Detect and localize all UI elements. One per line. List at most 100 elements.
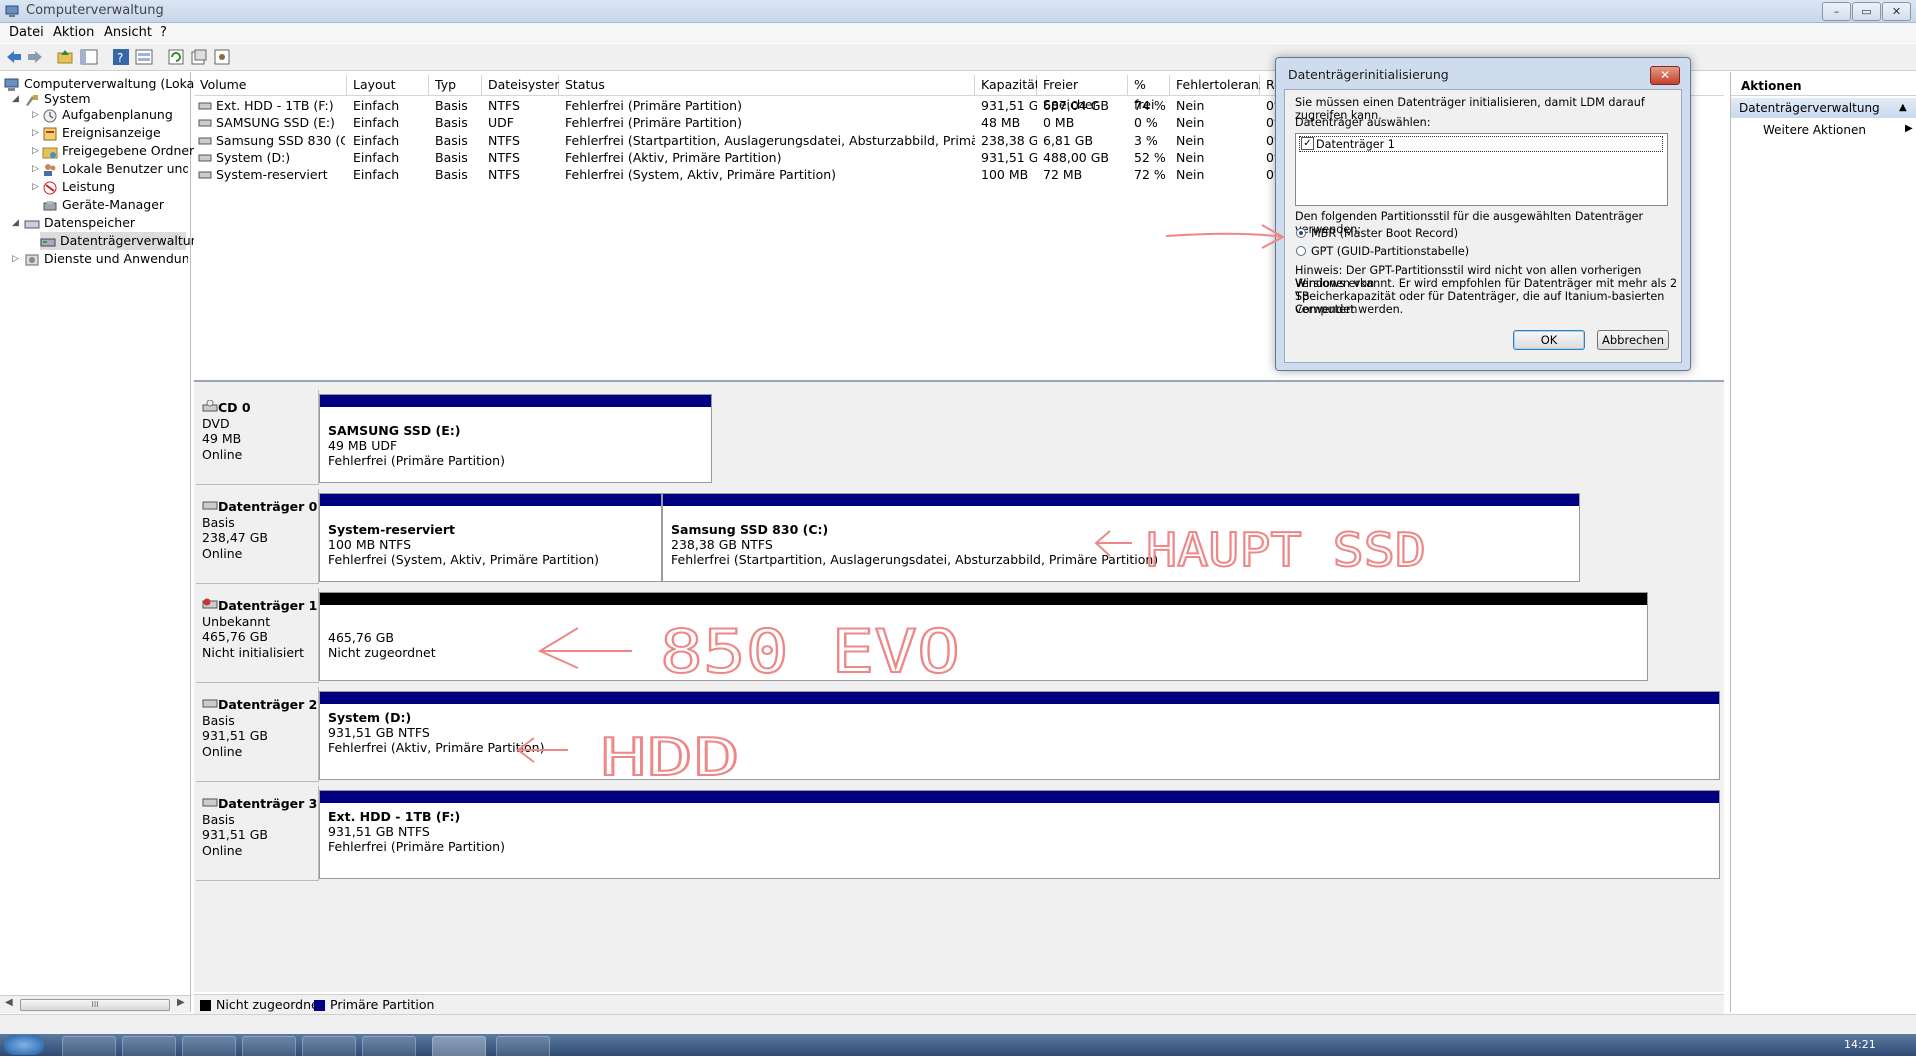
scroll-left-icon[interactable]: ◀ [5,997,13,1008]
taskbar-app-button[interactable] [242,1036,296,1058]
expand-icon[interactable]: ▷ [32,110,39,120]
taskbar-app-button[interactable] [122,1036,176,1058]
menu-datei[interactable]: Datei [9,25,44,40]
settings-icon[interactable] [213,48,231,66]
column-header-dateisystem[interactable]: Dateisystem [482,75,567,95]
expand-icon[interactable]: ▷ [32,128,39,138]
partition-unallocated[interactable]: 465,76 GB Nicht zugeordnet [319,592,1648,681]
taskbar-app-button[interactable] [302,1036,356,1058]
show-hide-tree-icon[interactable] [80,48,98,66]
column-header-kapazitaet[interactable]: Kapazität [975,75,1040,95]
table-cell-prozent-frei: 52 % [1134,149,1166,165]
view-icon[interactable] [135,48,153,66]
disk-size: 238,47 GB [202,530,268,545]
taskbar-clock[interactable]: 14:21 [1844,1038,1876,1051]
taskbar-app-button[interactable] [496,1036,550,1058]
tree-item-datentraegerverwaltung[interactable]: Datenträgerverwaltung [40,232,207,250]
scroll-thumb[interactable]: III [20,999,170,1011]
clock-icon [43,109,57,122]
column-header-typ[interactable]: Typ [429,75,482,95]
users-icon [44,163,56,176]
maximize-button[interactable]: ▭ [1852,2,1881,21]
action-group-datentraegerverwaltung[interactable]: Datenträgerverwaltung ▲ [1731,98,1916,118]
forward-icon[interactable] [26,48,44,66]
tree-item-dienste[interactable]: Dienste und Anwendungen [24,250,188,268]
tree-item-aufgabenplanung[interactable]: Aufgabenplanung [42,106,173,124]
table-cell-prozent-frei: 0 % [1134,115,1158,131]
table-cell-typ: Basis [435,98,468,113]
start-button[interactable] [4,1035,44,1055]
actions-header: Aktionen [1731,76,1916,96]
collapse-icon[interactable]: ◢ [12,94,19,104]
partition-samsung-ssd-e[interactable]: SAMSUNG SSD (E:) 49 MB UDF Fehlerfrei (P… [319,394,712,483]
tree-item-ereignisanzeige[interactable]: Ereignisanzeige [42,124,161,142]
collapse-up-icon[interactable]: ▲ [1899,98,1907,118]
partition-ext-hdd-f[interactable]: Ext. HDD - 1TB (F:) 931,51 GB NTFS Fehle… [319,790,1720,879]
expand-icon[interactable]: ▷ [32,164,39,174]
column-header-fehlertoleranz[interactable]: Fehlertoleranz [1170,75,1265,95]
taskbar-app-button[interactable] [362,1036,416,1058]
cd-drive-icon [202,399,218,412]
disk-management-icon [40,238,56,246]
column-header-layout[interactable]: Layout [347,75,429,95]
taskbar-explorer-button[interactable] [62,1036,116,1058]
volume-drive-icon [198,119,212,127]
minimize-button[interactable]: – [1822,2,1851,21]
ok-button[interactable]: OK [1513,330,1585,350]
mbr-label[interactable]: MBR (Master Boot Record) [1311,227,1458,240]
tree-item-freigegebene-ordner[interactable]: Freigegebene Ordner [42,142,194,160]
expand-icon[interactable]: ▷ [12,254,19,264]
menu-aktion[interactable]: Aktion [53,25,94,40]
scroll-right-icon[interactable]: ▶ [177,997,185,1008]
cancel-button[interactable]: Abbrechen [1597,330,1669,350]
properties-icon[interactable] [190,48,208,66]
disk-select-list[interactable]: ✓ Datenträger 1 [1295,133,1668,206]
volume-drive-icon [198,154,212,162]
help-icon[interactable]: ? [112,48,130,66]
tree-horizontal-scrollbar[interactable]: ◀ III ▶ [0,995,190,1013]
menu-help[interactable]: ? [160,25,167,40]
taskbar-app-button[interactable] [182,1036,236,1058]
partition-name: System (D:) [328,710,412,725]
disk-info-datentraeger-3[interactable]: Datenträger 3 Basis 931,51 GB Online [196,786,319,881]
expand-icon[interactable]: ▷ [32,182,39,192]
disk-info-cd0[interactable]: CD 0 DVD 49 MB Online [196,390,319,485]
gpt-radio[interactable] [1296,246,1306,256]
taskbar-computerverwaltung-button[interactable] [432,1036,486,1058]
collapse-icon[interactable]: ◢ [12,218,19,228]
dialog-close-button[interactable]: ✕ [1650,66,1680,85]
tree-item-datenspeicher[interactable]: Datenspeicher [24,214,135,232]
disk-state: Nicht initialisiert [202,644,305,660]
back-icon[interactable] [5,48,23,66]
tree-item-geraete-manager[interactable]: Geräte-Manager [42,196,164,214]
expand-icon[interactable]: ▷ [32,146,39,156]
close-button[interactable]: ✕ [1882,2,1911,21]
column-header-status[interactable]: Status [559,75,975,95]
disk-size: 465,76 GB [202,629,268,644]
partition-system-reserviert[interactable]: System-reserviert 100 MB NTFS Fehlerfrei… [319,493,662,582]
column-header-prozent-frei[interactable]: % frei [1128,75,1170,112]
disk-name: Datenträger 3 [218,796,318,811]
partition-size: 100 MB NTFS [328,537,412,552]
disk-state: Online [202,446,243,462]
table-cell-fehlertoleranz: Nein [1176,149,1205,165]
disk-checkbox[interactable]: ✓ [1301,137,1314,150]
menu-ansicht[interactable]: Ansicht [104,25,152,40]
disk-type: Basis [202,712,235,728]
disk-list-item[interactable]: ✓ Datenträger 1 [1299,136,1663,152]
action-weitere-aktionen[interactable]: Weitere Aktionen [1763,123,1866,137]
disk-info-datentraeger-2[interactable]: Datenträger 2 Basis 931,51 GB Online [196,687,319,782]
up-icon[interactable] [56,48,74,66]
partition-system-d[interactable]: System (D:) 931,51 GB NTFS Fehlerfrei (A… [319,691,1720,780]
tree-item-lokale-benutzer[interactable]: Lokale Benutzer und Gruppen [42,160,188,178]
tree-item-leistung[interactable]: Leistung [42,178,115,196]
partition-samsung-ssd-830-c[interactable]: Samsung SSD 830 (C:) 238,38 GB NTFS Fehl… [662,493,1580,582]
mbr-radio[interactable] [1296,228,1306,238]
refresh-icon[interactable] [167,48,185,66]
gpt-label[interactable]: GPT (GUID-Partitionstabelle) [1311,245,1469,258]
column-header-volume[interactable]: Volume [194,75,347,95]
table-cell-prozent-frei: 3 % [1134,132,1158,148]
column-header-freier-speicher[interactable]: Freier Speicher [1037,75,1128,112]
disk-info-datentraeger-0[interactable]: Datenträger 0 Basis 238,47 GB Online [196,489,319,584]
disk-info-datentraeger-1[interactable]: Datenträger 1 Unbekannt 465,76 GB Nicht … [196,588,319,683]
